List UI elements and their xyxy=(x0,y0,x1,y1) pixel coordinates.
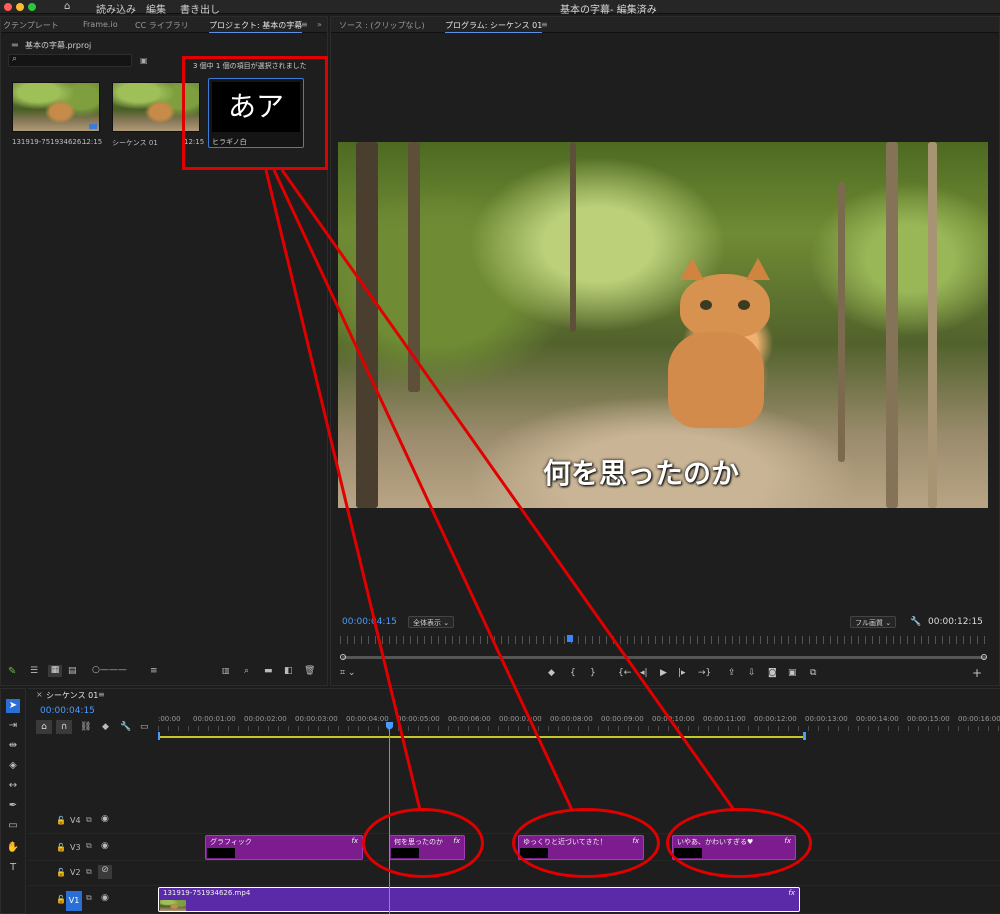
annotation-line xyxy=(264,169,422,811)
annotation-line xyxy=(280,169,736,811)
annotation-line xyxy=(264,170,352,810)
annotation-line xyxy=(272,169,574,811)
annotation-lines xyxy=(264,169,736,811)
